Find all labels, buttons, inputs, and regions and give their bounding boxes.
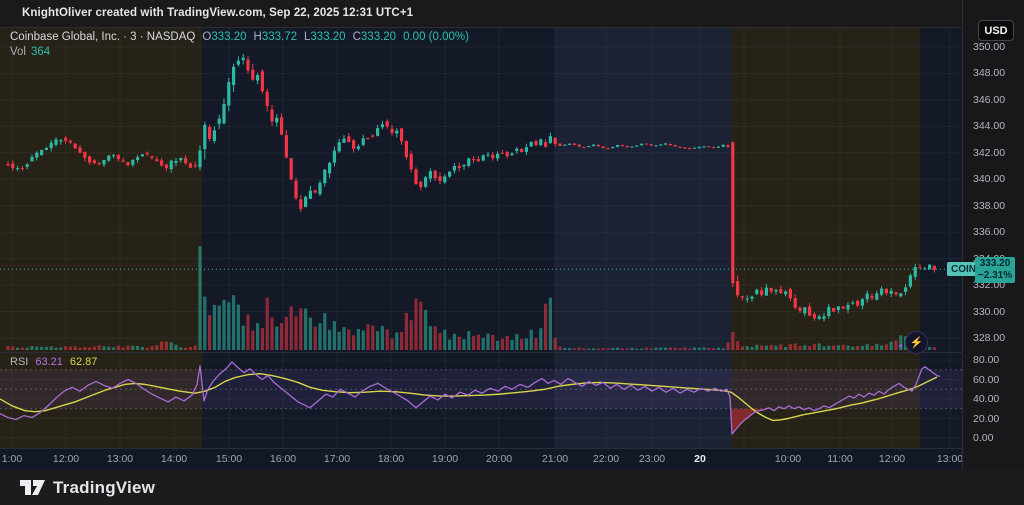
symbol-legend[interactable]: Coinbase Global, Inc. · 3 · NASDAQ O333.2…: [10, 31, 469, 43]
open-label: O: [202, 31, 212, 43]
instant-trading-button[interactable]: ⚡: [905, 331, 928, 354]
time-axis-label: 16:00: [269, 453, 297, 465]
price-axis[interactable]: 350.00 348.00 346.00 344.00 342.00 340.00 338.…: [962, 0, 1024, 470]
price-axis-label: 336.00: [973, 226, 1006, 239]
header-bar: KnightOliver created with TradingView.co…: [0, 0, 1024, 27]
tradingview-logo-text: TradingView: [53, 477, 156, 497]
price-axis-label: 348.00: [973, 67, 1006, 80]
rsi-pane-separator[interactable]: [0, 352, 962, 353]
last-price-label: 333.20 −2.31%: [975, 257, 1015, 283]
tradingview-chart-window: KnightOliver created with TradingView.co…: [0, 0, 1024, 505]
volume-label: Vol: [10, 46, 26, 58]
time-axis-label: 14:00: [160, 453, 188, 465]
time-axis-label: 11:00: [827, 453, 853, 465]
time-axis-label: 20:00: [485, 453, 513, 465]
close-label: C: [352, 31, 361, 43]
price-axis-label: 330.00: [973, 305, 1006, 318]
last-price-change: −2.31%: [977, 270, 1013, 281]
time-axis-label: 12:00: [52, 453, 80, 465]
lightning-icon: ⚡: [909, 337, 924, 349]
low-value: 333.20: [310, 31, 346, 43]
price-axis-label: 344.00: [973, 120, 1006, 133]
footer-bar: TradingView: [0, 470, 1024, 505]
time-axis-label: 12:00: [878, 453, 906, 465]
time-axis-label: 13:00: [106, 453, 134, 465]
pane-top-separator: [0, 27, 962, 28]
rsi-axis-label: 0.00: [973, 432, 994, 444]
last-price-value: 333.20: [979, 258, 1011, 269]
rsi-axis-label: 20.00: [973, 412, 1000, 425]
rsi-axis-label: 60.00: [973, 373, 1000, 386]
rsi-ma-value: 62.87: [69, 356, 98, 368]
time-axis-separator: [0, 448, 962, 449]
price-axis-label: 338.00: [973, 199, 1006, 212]
currency-toggle-button[interactable]: USD: [978, 20, 1014, 41]
price-axis-label: 342.00: [973, 146, 1006, 159]
time-axis-label: 22:00: [592, 453, 620, 465]
time-axis-label: 13:00: [936, 453, 964, 465]
time-axis-label: 17:00: [323, 453, 351, 465]
time-axis[interactable]: 1:00 12:00 13:00 14:00 15:00 16:00 17:00 18:00 1…: [0, 448, 964, 470]
high-value: 333.72: [261, 31, 297, 43]
price-axis-separator[interactable]: [962, 0, 963, 470]
time-axis-label: 23:00: [638, 453, 666, 465]
high-label: H: [253, 31, 262, 43]
volume-value: 364: [31, 46, 51, 58]
rsi-legend[interactable]: RSI 63.21 62.87: [10, 356, 97, 368]
price-axis-label: 340.00: [973, 173, 1006, 186]
tradingview-logo[interactable]: TradingView: [20, 477, 155, 498]
chart-credit-text: KnightOliver created with TradingView.co…: [22, 7, 414, 19]
time-axis-label: 19:00: [431, 453, 459, 465]
tradingview-logo-icon: [20, 480, 45, 495]
rsi-axis-label: 40.00: [973, 393, 1000, 405]
close-value: 333.20: [360, 31, 397, 43]
price-axis-label: 350.00: [973, 41, 1006, 53]
rsi-axis-label: 80.00: [973, 354, 1000, 366]
symbol-title[interactable]: Coinbase Global, Inc. · 3 · NASDAQ: [10, 31, 195, 43]
rsi-value: 63.21: [35, 356, 63, 368]
time-axis-label: 18:00: [377, 453, 405, 465]
time-axis-label: 10:00: [774, 453, 802, 465]
time-axis-label: 1:00: [1, 453, 23, 465]
volume-legend[interactable]: Vol 364: [10, 46, 50, 58]
axis-corner: [962, 448, 1024, 470]
open-value: 333.20: [211, 31, 247, 43]
time-axis-label: 15:00: [215, 453, 243, 465]
price-axis-label: 346.00: [973, 93, 1006, 106]
rsi-label: RSI: [10, 356, 29, 368]
cursor-icon: ◂: [898, 341, 903, 350]
change-value: 0.00 (0.00%): [403, 31, 469, 43]
time-axis-label: 20: [694, 453, 706, 465]
time-axis-label: 21:00: [541, 453, 569, 465]
price-axis-label: 328.00: [973, 331, 1006, 344]
chart-plot[interactable]: [0, 27, 962, 470]
